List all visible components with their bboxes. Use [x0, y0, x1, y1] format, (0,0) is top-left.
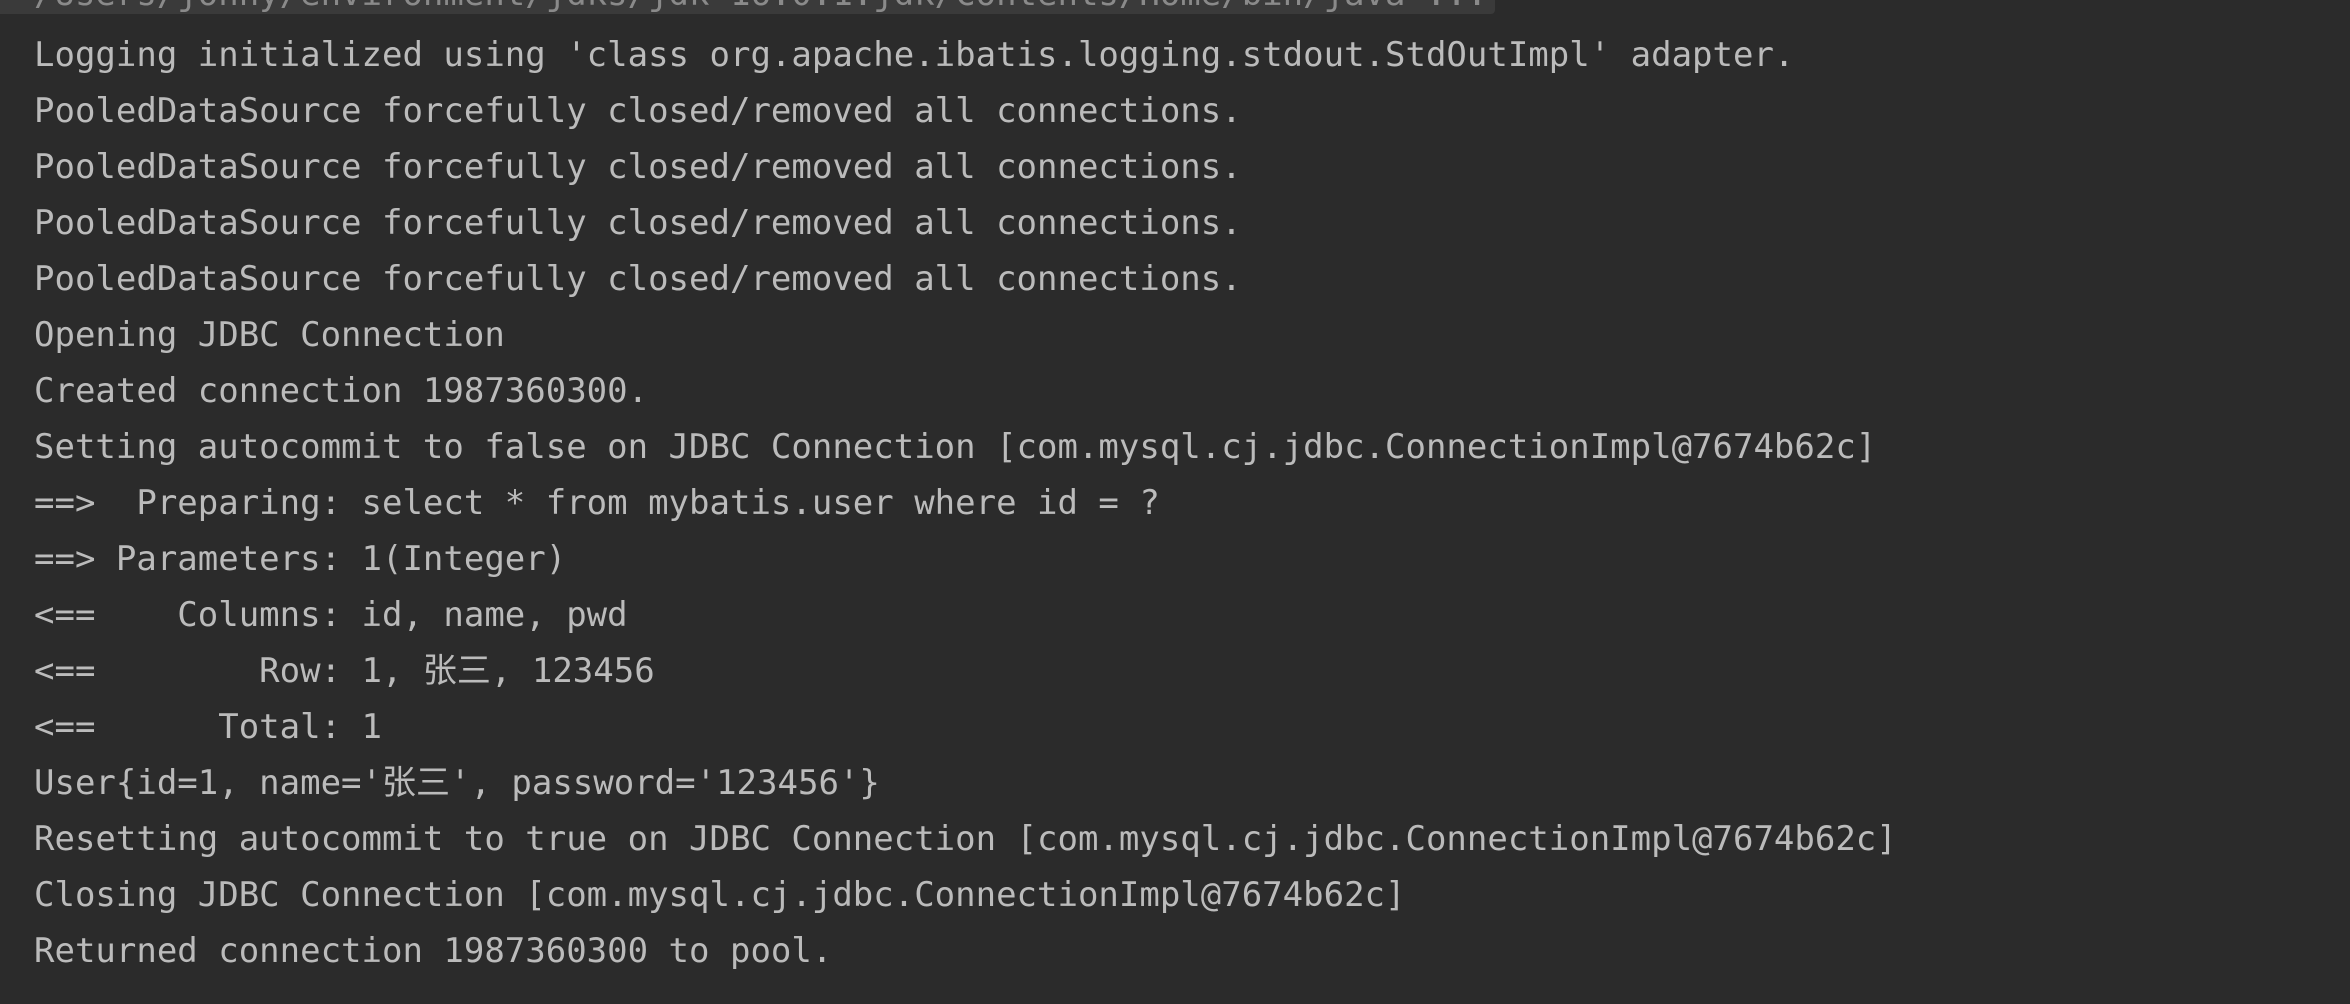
command-line-text[interactable]: /Users/jonny/environment/jdks/jdk-16.0.1…	[0, 0, 1496, 14]
console-line: User{id=1, name='张三', password='123456'}	[34, 763, 880, 803]
console-line: Resetting autocommit to true on JDBC Con…	[34, 819, 1897, 859]
console-line: Opening JDBC Connection	[34, 315, 505, 355]
console-line: ==> Preparing: select * from mybatis.use…	[34, 483, 1160, 523]
console-line: ==> Parameters: 1(Integer)	[34, 539, 567, 579]
run-console-output[interactable]: /Users/jonny/environment/jdks/jdk-16.0.1…	[0, 0, 2350, 1004]
console-line: PooledDataSource forcefully closed/remov…	[34, 259, 1242, 299]
console-lines: Logging initialized using 'class org.apa…	[34, 27, 1897, 979]
console-line: <== Columns: id, name, pwd	[34, 595, 628, 635]
console-line: Returned connection 1987360300 to pool.	[34, 931, 833, 971]
console-line: Setting autocommit to false on JDBC Conn…	[34, 427, 1877, 467]
console-line: PooledDataSource forcefully closed/remov…	[34, 147, 1242, 187]
console-line: PooledDataSource forcefully closed/remov…	[34, 91, 1242, 131]
console-line: Closing JDBC Connection [com.mysql.cj.jd…	[34, 875, 1406, 915]
console-line: <== Total: 1	[34, 707, 382, 747]
console-line: Created connection 1987360300.	[34, 371, 649, 411]
console-line: <== Row: 1, 张三, 123456	[34, 651, 655, 691]
console-line: Logging initialized using 'class org.apa…	[34, 35, 1795, 75]
console-line: PooledDataSource forcefully closed/remov…	[34, 203, 1242, 243]
